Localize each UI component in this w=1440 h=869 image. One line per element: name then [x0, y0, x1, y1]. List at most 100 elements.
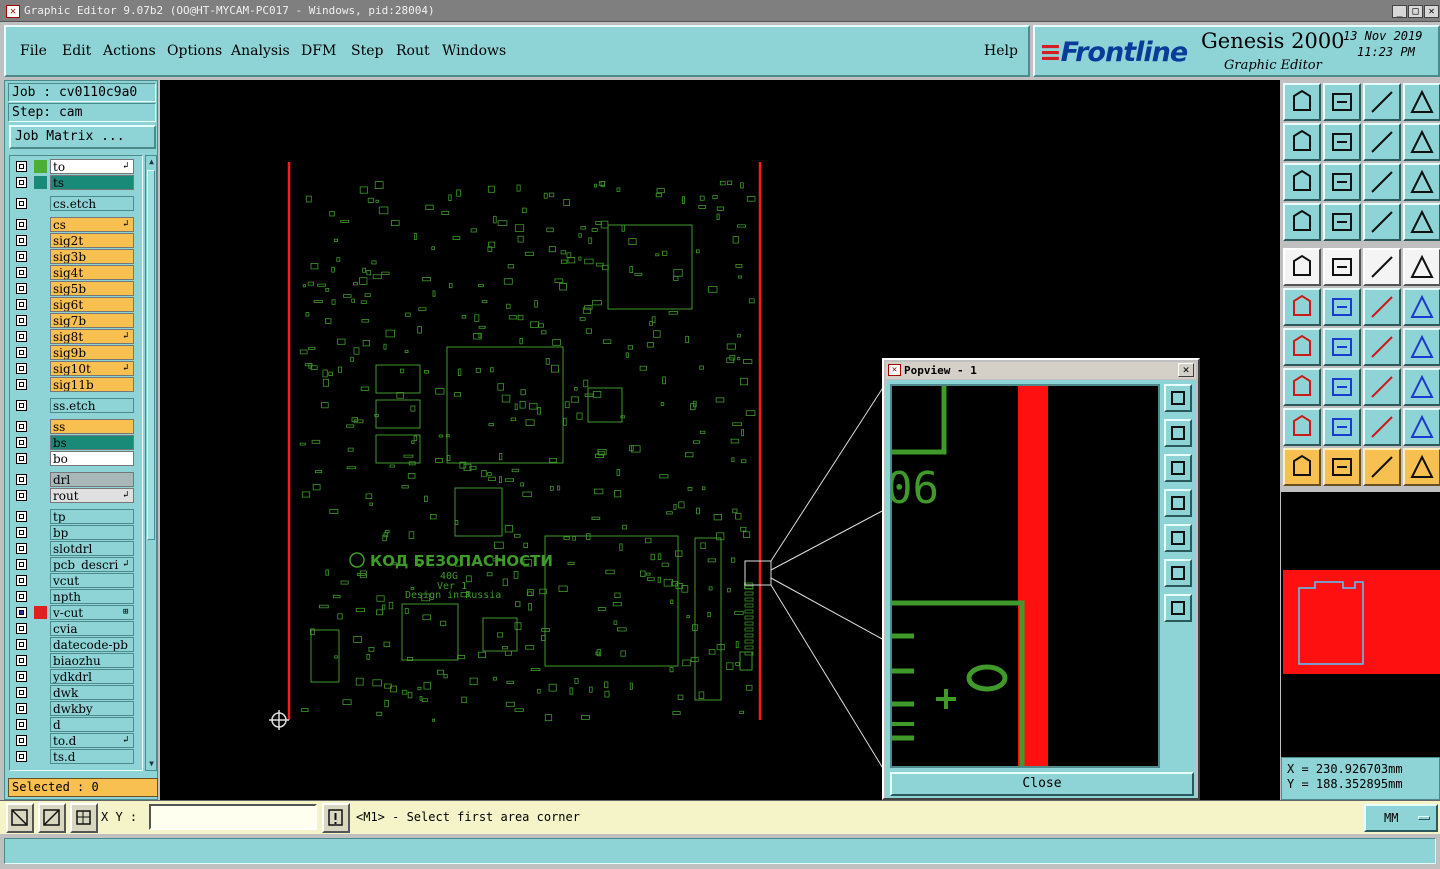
layer-checkbox[interactable]: [16, 437, 27, 448]
arrow-center-tool-button[interactable]: [1363, 408, 1401, 446]
layer-name[interactable]: to: [50, 159, 134, 174]
panel-tool-button[interactable]: [1403, 83, 1440, 121]
alert-button[interactable]: [322, 803, 350, 833]
layer-name[interactable]: bp: [50, 525, 134, 540]
layer-checkbox[interactable]: [16, 161, 27, 172]
snap-tool-button[interactable]: [1403, 408, 1440, 446]
minimize-button[interactable]: _: [1392, 5, 1407, 18]
layer-checkbox[interactable]: [16, 331, 27, 342]
layer-row[interactable]: to.d ↲: [12, 733, 142, 748]
align-tool-button[interactable]: [1403, 328, 1440, 366]
popview-pan-left-button[interactable]: [1164, 489, 1192, 517]
layer-row[interactable]: sig11b: [12, 377, 142, 392]
maximize-button[interactable]: □: [1408, 5, 1423, 18]
layer-row[interactable]: sig9b: [12, 345, 142, 360]
dot-tool-button[interactable]: [1403, 248, 1440, 286]
layer-row[interactable]: sig7b: [12, 313, 142, 328]
layer-checkbox[interactable]: [16, 299, 27, 310]
layer-checkbox[interactable]: [16, 543, 27, 554]
xy-input[interactable]: [149, 804, 317, 830]
layer-name[interactable]: sig10t: [50, 361, 134, 376]
layer-name[interactable]: dwk: [50, 685, 134, 700]
layer-name[interactable]: tp: [50, 509, 134, 524]
segment-tool-button[interactable]: [1323, 368, 1361, 406]
pad-add-tool-button[interactable]: [1283, 368, 1321, 406]
draw-tool-button[interactable]: [1323, 248, 1361, 286]
menu-rout[interactable]: Rout: [396, 43, 430, 59]
help-tool-button[interactable]: [1403, 163, 1440, 201]
arrow-up-tool-button[interactable]: [1323, 408, 1361, 446]
layer-row[interactable]: to ↲: [12, 159, 142, 174]
snap-mode-button[interactable]: [6, 803, 34, 833]
zoom-fit-tool-button[interactable]: [1283, 163, 1321, 201]
grid-tool-button[interactable]: [1323, 203, 1361, 241]
grid-snap-button[interactable]: [38, 803, 66, 833]
layer-row[interactable]: vcut: [12, 573, 142, 588]
layer-name[interactable]: slotdrl: [50, 541, 134, 556]
layer-name[interactable]: rout: [50, 488, 134, 503]
layer-list-scrollbar[interactable]: ▲ ▼: [145, 155, 157, 771]
arrow-line-tool-button[interactable]: [1403, 288, 1440, 326]
layer-name[interactable]: ss.etch: [50, 398, 134, 413]
cross-tool-button[interactable]: [1323, 288, 1361, 326]
layer-name[interactable]: cvia: [50, 621, 134, 636]
layer-checkbox[interactable]: [16, 400, 27, 411]
layer-name[interactable]: ydkdrl: [50, 669, 134, 684]
layer-mode-tool-button[interactable]: [1363, 203, 1401, 241]
layer-name[interactable]: d: [50, 717, 134, 732]
layer-row[interactable]: ydkdrl: [12, 669, 142, 684]
pan-right-tool-button[interactable]: [1323, 123, 1361, 161]
layer-name[interactable]: sig11b: [50, 377, 134, 392]
layer-name[interactable]: sig4t: [50, 265, 134, 280]
layer-list[interactable]: to ↲ ts cs.etch cs ↲ sig2t sig3b sig4t sig5b sig6t…: [9, 155, 143, 771]
layer-row[interactable]: biaozhu: [12, 653, 142, 668]
layer-checkbox[interactable]: [16, 347, 27, 358]
menu-dfm[interactable]: DFM: [301, 43, 336, 59]
layer-checkbox[interactable]: [16, 719, 27, 730]
layer-mode-red-tool-button[interactable]: [1403, 203, 1440, 241]
popview-window[interactable]: Popview - 1 ✕ ✕ 06: [882, 358, 1200, 800]
scroll-down-icon[interactable]: ▼: [147, 759, 156, 769]
grid-toggle-button[interactable]: [70, 803, 98, 833]
layer-checkbox[interactable]: [16, 703, 27, 714]
layer-name[interactable]: drl: [50, 472, 134, 487]
pan-left-tool-button[interactable]: [1283, 123, 1321, 161]
select-box-tool-button[interactable]: [1323, 448, 1361, 486]
layer-row[interactable]: ts: [12, 175, 142, 190]
layer-row[interactable]: npth: [12, 589, 142, 604]
layer-checkbox[interactable]: [16, 474, 27, 485]
layer-row[interactable]: sig10t ↲: [12, 361, 142, 376]
file-down-tool-button[interactable]: [1323, 83, 1361, 121]
layer-row[interactable]: sig3b: [12, 249, 142, 264]
layer-row[interactable]: sig6t: [12, 297, 142, 312]
layer-name[interactable]: datecode-pb: [50, 637, 134, 652]
dimension-tool-button[interactable]: [1363, 368, 1401, 406]
line-point-tool-button[interactable]: [1363, 288, 1401, 326]
layer-row[interactable]: cs ↲: [12, 217, 142, 232]
popview-zoom-fit-button[interactable]: [1164, 384, 1192, 412]
layer-row[interactable]: ss: [12, 419, 142, 434]
layer-row[interactable]: bp: [12, 525, 142, 540]
layer-row[interactable]: d: [12, 717, 142, 732]
layer-name[interactable]: sig8t: [50, 329, 134, 344]
layer-name[interactable]: bs: [50, 435, 134, 450]
layer-name[interactable]: npth: [50, 589, 134, 604]
popview-zoom-view[interactable]: 06: [890, 384, 1160, 768]
layer-row[interactable]: v-cut ⊞: [12, 605, 142, 620]
layer-row[interactable]: bs: [12, 435, 142, 450]
layer-name[interactable]: v-cut: [50, 605, 134, 620]
layer-row[interactable]: datecode-pb: [12, 637, 142, 652]
redraw-tool-button[interactable]: [1403, 123, 1440, 161]
layer-checkbox[interactable]: [16, 363, 27, 374]
layer-color-swatch[interactable]: [34, 160, 47, 173]
close-window-button[interactable]: ✕: [1424, 5, 1439, 18]
menu-step[interactable]: Step: [351, 43, 383, 59]
layer-checkbox[interactable]: [16, 607, 27, 618]
measure-tool-button[interactable]: [1283, 203, 1321, 241]
layer-checkbox[interactable]: [16, 315, 27, 326]
layer-row[interactable]: sig8t ↲: [12, 329, 142, 344]
layer-name[interactable]: cs: [50, 217, 134, 232]
home-tool-button[interactable]: [1363, 83, 1401, 121]
layer-checkbox[interactable]: [16, 735, 27, 746]
layer-checkbox[interactable]: [16, 511, 27, 522]
